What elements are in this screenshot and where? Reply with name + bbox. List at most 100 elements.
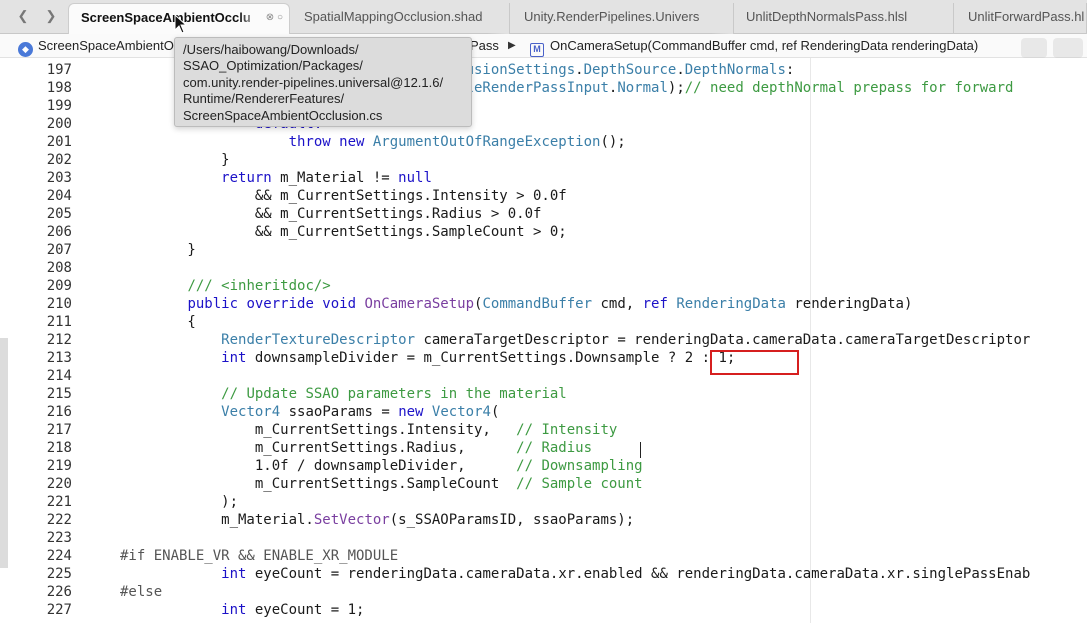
forward-arrow-icon[interactable]: ❯ bbox=[38, 4, 64, 28]
code-line[interactable]: 222 m_Material.SetVector(s_SSAOParamsID,… bbox=[0, 511, 1087, 529]
code-text: int eyeCount = renderingData.cameraData.… bbox=[120, 565, 1030, 583]
breadcrumb-class[interactable]: Pass bbox=[470, 37, 499, 55]
tooltip-line: Runtime/RendererFeatures/ bbox=[183, 91, 345, 107]
code-text: && m_CurrentSettings.Radius > 0.0f bbox=[120, 205, 542, 223]
code-line[interactable]: 225 int eyeCount = renderingData.cameraD… bbox=[0, 565, 1087, 583]
code-line[interactable]: 211 { bbox=[0, 313, 1087, 331]
code-token: . bbox=[575, 62, 584, 78]
tab-spatialmappingocclusion[interactable]: SpatialMappingOcclusion.shad bbox=[292, 3, 510, 34]
code-line[interactable]: 206 && m_CurrentSettings.SampleCount > 0… bbox=[0, 223, 1087, 241]
code-text: && m_CurrentSettings.SampleCount > 0; bbox=[120, 223, 567, 241]
code-text: } bbox=[120, 241, 195, 259]
code-line[interactable]: 212 RenderTextureDescriptor cameraTarget… bbox=[0, 331, 1087, 349]
line-number: 207 bbox=[46, 242, 72, 258]
line-number: 208 bbox=[46, 260, 72, 276]
code-line[interactable]: 210 public override void OnCameraSetup(C… bbox=[0, 295, 1087, 313]
code-token: // Sample count bbox=[516, 476, 643, 492]
code-line[interactable]: 213 int downsampleDivider = m_CurrentSet… bbox=[0, 349, 1087, 367]
breadcrumb-member[interactable]: M OnCameraSetup(CommandBuffer cmd, ref Re… bbox=[530, 37, 978, 57]
tooltip-line: ScreenSpaceAmbientOcclusion.cs bbox=[183, 107, 383, 123]
csharp-file-icon: ◆ bbox=[18, 42, 33, 57]
code-token: renderingData) bbox=[785, 296, 913, 312]
code-token: int bbox=[221, 602, 247, 618]
tab-unlitdepthnormalspass[interactable]: UnlitDepthNormalsPass.hlsl bbox=[734, 3, 954, 34]
code-token: downsampleDivider = m_CurrentSettings.Do… bbox=[246, 350, 736, 366]
code-line[interactable]: 202 } bbox=[0, 151, 1087, 169]
line-number: 201 bbox=[46, 134, 72, 150]
line-number: 222 bbox=[46, 512, 72, 528]
code-token: #else bbox=[120, 584, 163, 600]
code-line[interactable]: 201 throw new ArgumentOutOfRangeExceptio… bbox=[0, 133, 1087, 151]
text-caret bbox=[640, 442, 641, 458]
line-number: 218 bbox=[46, 440, 72, 456]
code-line[interactable]: 215 // Update SSAO parameters in the mat… bbox=[0, 385, 1087, 403]
code-line[interactable]: 223 bbox=[0, 529, 1087, 547]
back-arrow-icon[interactable]: ❮ bbox=[10, 4, 36, 28]
code-text: m_Material.SetVector(s_SSAOParamsID, ssa… bbox=[120, 511, 634, 529]
line-number: 206 bbox=[46, 224, 72, 240]
tab-label: UnlitForwardPass.hl bbox=[968, 9, 1085, 24]
code-token: return bbox=[221, 170, 272, 186]
code-line[interactable]: 226 #else bbox=[0, 583, 1087, 601]
code-token: cmd, bbox=[592, 296, 643, 312]
code-text: // Update SSAO parameters in the materia… bbox=[120, 385, 567, 403]
code-text: { bbox=[120, 313, 195, 331]
line-number: 211 bbox=[46, 314, 72, 330]
code-line[interactable]: 197 entOcclusionSettings.DepthSource.Dep… bbox=[0, 61, 1087, 79]
code-line[interactable]: 217 m_CurrentSettings.Intensity, // Inte… bbox=[0, 421, 1087, 439]
code-token: m_CurrentSettings.Radius, bbox=[120, 440, 517, 456]
tab-unity-renderpipelines[interactable]: Unity.RenderPipelines.Univers bbox=[512, 3, 734, 34]
code-line[interactable]: 221 ); bbox=[0, 493, 1087, 511]
code-token: int bbox=[221, 566, 247, 582]
breadcrumb-file[interactable]: ◆ ScreenSpaceAmbientO bbox=[18, 37, 174, 57]
code-line[interactable]: 208 bbox=[0, 259, 1087, 277]
mouse-pointer-icon bbox=[174, 14, 188, 34]
code-line[interactable]: 199 bbox=[0, 97, 1087, 115]
code-token: . bbox=[676, 62, 685, 78]
code-line[interactable]: 218 m_CurrentSettings.Radius, // Radius bbox=[0, 439, 1087, 457]
line-number: 217 bbox=[46, 422, 72, 438]
code-line[interactable]: 200 default: bbox=[0, 115, 1087, 133]
code-token: (); bbox=[600, 134, 626, 150]
code-line[interactable]: 220 m_CurrentSettings.SampleCount // Sam… bbox=[0, 475, 1087, 493]
tooltip-line: com.unity.render-pipelines.universal@12.… bbox=[183, 74, 444, 90]
code-line[interactable]: 216 Vector4 ssaoParams = new Vector4( bbox=[0, 403, 1087, 421]
code-line[interactable]: 219 1.0f / downsampleDivider, // Downsam… bbox=[0, 457, 1087, 475]
code-line[interactable]: 205 && m_CurrentSettings.Radius > 0.0f bbox=[0, 205, 1087, 223]
code-token: // Downsampling bbox=[516, 458, 643, 474]
tab-fade bbox=[487, 3, 509, 34]
line-number: 212 bbox=[46, 332, 72, 348]
code-line[interactable]: 204 && m_CurrentSettings.Intensity > 0.0… bbox=[0, 187, 1087, 205]
code-line[interactable]: 214 bbox=[0, 367, 1087, 385]
tab-unlitforwardpass[interactable]: UnlitForwardPass.hl bbox=[956, 3, 1087, 34]
code-token: 1.0f / downsampleDivider, bbox=[120, 458, 517, 474]
code-token: && m_CurrentSettings.SampleCount > 0; bbox=[120, 224, 567, 240]
code-line[interactable]: 198 criptableRenderPassInput.Normal);// … bbox=[0, 79, 1087, 97]
code-token: CommandBuffer bbox=[482, 296, 593, 312]
code-text: RenderTextureDescriptor cameraTargetDesc… bbox=[120, 331, 1030, 349]
code-line[interactable]: 227 int eyeCount = 1; bbox=[0, 601, 1087, 619]
code-token: ssaoParams = bbox=[280, 404, 399, 420]
code-editor[interactable]: 197 entOcclusionSettings.DepthSource.Dep… bbox=[0, 58, 1087, 623]
code-token: RenderTextureDescriptor bbox=[221, 332, 416, 348]
code-line[interactable]: 207 } bbox=[0, 241, 1087, 259]
code-token: OnCameraSetup bbox=[364, 296, 475, 312]
code-line[interactable]: 224 #if ENABLE_VR && ENABLE_XR_MODULE bbox=[0, 547, 1087, 565]
code-text: int eyeCount = 1; bbox=[120, 601, 364, 619]
code-line[interactable]: 203 return m_Material != null bbox=[0, 169, 1087, 187]
line-number: 224 bbox=[46, 548, 72, 564]
line-number: 227 bbox=[46, 602, 72, 618]
tab-close-icon[interactable]: ⊗ ○ bbox=[266, 4, 283, 32]
code-line[interactable]: 209 /// <inheritdoc/> bbox=[0, 277, 1087, 295]
line-number: 197 bbox=[46, 62, 72, 78]
code-token: m_Material != bbox=[271, 170, 399, 186]
breadcrumb-class-label: Pass bbox=[470, 38, 499, 53]
tab-label: ScreenSpaceAmbientOcclu bbox=[81, 10, 251, 25]
